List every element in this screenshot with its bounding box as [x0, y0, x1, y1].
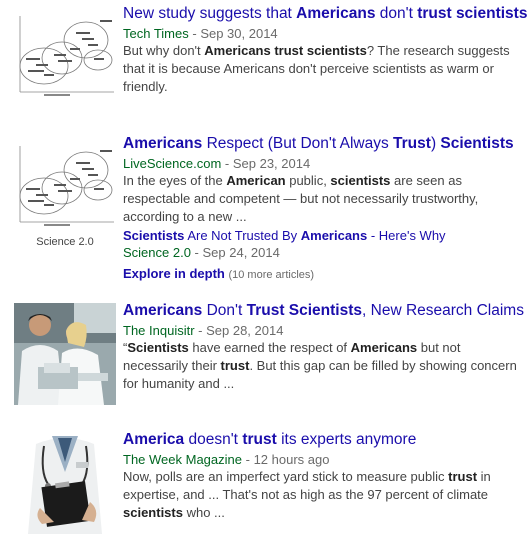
- result-meta: Tech Times - Sep 30, 2014: [123, 25, 523, 42]
- text-run: In the eyes of the: [123, 173, 227, 188]
- highlighted-term[interactable]: Americans: [123, 135, 202, 152]
- result-snippet: “Scientists have earned the respect of A…: [123, 339, 523, 393]
- text-run: Now, polls are an imperfect yard stick t…: [123, 469, 449, 484]
- text-run: public,: [285, 173, 331, 188]
- result-meta: LiveScience.com - Sep 23, 2014: [123, 155, 523, 172]
- result-thumbnail[interactable]: [14, 303, 116, 405]
- result-source: LiveScience.com: [123, 156, 222, 171]
- text-run[interactable]: Respect (But Don't Always: [202, 135, 393, 152]
- result-thumbnail[interactable]: [14, 432, 116, 534]
- highlighted-term[interactable]: Trust: [393, 135, 431, 152]
- sub-article-meta: Science 2.0 - Sep 24, 2014: [123, 244, 523, 261]
- text-run[interactable]: its experts anymore: [277, 431, 416, 448]
- doctor-photo-icon: [14, 432, 116, 534]
- highlighted-term[interactable]: Scientists: [123, 228, 184, 243]
- text-run[interactable]: - Here's Why: [367, 228, 446, 243]
- result-separator: -: [188, 26, 201, 41]
- result-date: Sep 28, 2014: [206, 323, 284, 338]
- result-separator: -: [221, 156, 233, 171]
- highlighted-term: trust: [448, 469, 478, 484]
- result-separator: -: [242, 452, 254, 467]
- text-run[interactable]: Don't: [202, 302, 246, 319]
- highlighted-term: trust: [220, 358, 250, 373]
- result-source: The Inquisitr: [123, 323, 195, 338]
- highlighted-term: Scientists: [127, 340, 189, 355]
- text-run: who ...: [182, 505, 225, 520]
- sub-article-date: Sep 24, 2014: [202, 245, 280, 260]
- result-title-link[interactable]: Americans Don't Trust Scientists, New Re…: [123, 301, 524, 320]
- lab-photo-icon: [14, 303, 116, 405]
- text-run[interactable]: , New Research Claims: [362, 302, 524, 319]
- highlighted-term: American: [226, 173, 286, 188]
- highlighted-term[interactable]: Americans: [296, 5, 375, 22]
- sub-article-source: Science 2.0: [123, 245, 191, 260]
- result-meta: The Week Magazine - 12 hours ago: [123, 451, 523, 468]
- highlighted-term[interactable]: Trust Scientists: [247, 302, 362, 319]
- result-thumbnail[interactable]: Science 2.0: [14, 144, 116, 254]
- explore-count: (10 more articles): [228, 269, 315, 281]
- result-snippet: In the eyes of the American public, scie…: [123, 172, 523, 226]
- result-title-link[interactable]: Americans Respect (But Don't Always Trus…: [123, 134, 523, 153]
- result-separator: -: [194, 323, 207, 338]
- result-title-link[interactable]: New study suggests that Americans don't …: [123, 4, 527, 23]
- highlighted-term[interactable]: Americans: [123, 302, 202, 319]
- result-separator: -: [190, 245, 203, 260]
- text-run[interactable]: New study suggests that: [123, 5, 296, 22]
- result-meta: The Inquisitr - Sep 28, 2014: [123, 322, 523, 339]
- text-run[interactable]: don't: [375, 5, 417, 22]
- result-source: Tech Times: [123, 26, 189, 41]
- highlighted-term: Americans: [350, 340, 418, 355]
- highlighted-term[interactable]: trust: [242, 431, 276, 448]
- text-run: But why don't: [123, 43, 205, 58]
- result-snippet: Now, polls are an imperfect yard stick t…: [123, 468, 523, 522]
- explore-in-depth: Explore in depth (10 more articles): [123, 265, 523, 284]
- highlighted-term[interactable]: America: [123, 431, 184, 448]
- thumbnail-caption: Science 2.0: [36, 236, 94, 248]
- result-date: Sep 23, 2014: [232, 156, 311, 171]
- text-run: have earned the respect of: [188, 340, 351, 355]
- explore-in-depth-link[interactable]: Explore in depth: [123, 266, 225, 281]
- highlighted-term[interactable]: trust scientists: [417, 5, 527, 22]
- highlighted-term[interactable]: Scientists: [440, 135, 513, 152]
- result-snippet: But why don't Americans trust scientists…: [123, 42, 523, 96]
- text-run[interactable]: Are Not Trusted By: [184, 228, 300, 243]
- chart-thumbnail-icon: [19, 16, 114, 96]
- result-thumbnail[interactable]: [14, 14, 116, 98]
- chart-thumbnail-icon: [19, 146, 114, 226]
- sub-article-link[interactable]: Scientists Are Not Trusted By Americans …: [123, 227, 523, 244]
- highlighted-term: scientists: [123, 505, 183, 520]
- text-run[interactable]: ): [431, 135, 440, 152]
- highlighted-term[interactable]: Americans: [301, 228, 367, 243]
- highlighted-term: Americans trust scientists: [204, 43, 367, 58]
- text-run[interactable]: doesn't: [184, 431, 242, 448]
- result-date: Sep 30, 2014: [200, 26, 278, 41]
- result-title-link[interactable]: America doesn't trust its experts anymor…: [123, 430, 523, 449]
- result-source: The Week Magazine: [123, 452, 242, 467]
- result-date: 12 hours ago: [253, 452, 330, 467]
- highlighted-term: scientists: [330, 173, 391, 188]
